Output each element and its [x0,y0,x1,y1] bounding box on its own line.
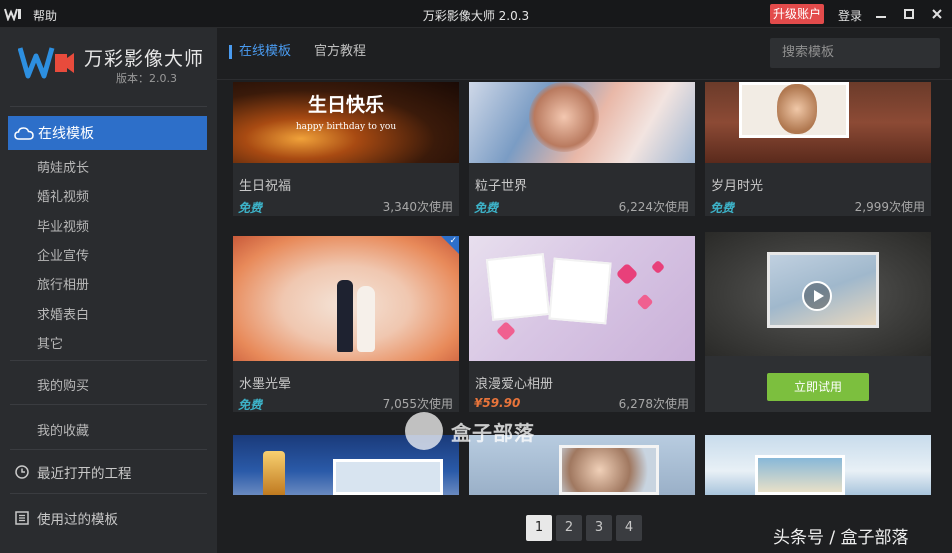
check-icon: ✓ [449,236,457,246]
title-bar: 帮助 万彩影像大师 2.0.3 升级账户 登录 [0,0,952,28]
sidebar: 万彩影像大师 版本：2.0.3 在线模板 萌娃成长 婚礼视频 毕业视频 企业宣传… [0,28,217,553]
heart-icon [615,262,639,286]
template-title: 岁月时光 [711,179,764,194]
template-card-ink-halo[interactable]: ✓ 水墨光晕 免费 7,055次使用 [233,236,459,412]
sidebar-item-used-templates[interactable]: 使用过的模板 [14,508,118,528]
thumbnail-photo-frame [485,253,551,321]
template-thumbnail: 生日快乐 happy birthday to you [233,82,459,163]
category-proposal[interactable]: 求婚表白 [37,304,89,323]
play-preview-button[interactable] [802,281,832,311]
search-input[interactable]: 搜索模板 [770,38,940,68]
template-card-particle-world[interactable]: 粒子世界 免费 6,224次使用 [469,82,695,216]
thumbnail-portrait [529,82,599,152]
template-price: ¥59.90 [474,396,521,410]
template-thumbnail [705,435,931,495]
thumbnail-bride [357,286,375,352]
sidebar-item-favorites[interactable]: 我的收藏 [37,420,89,439]
divider [10,449,207,450]
thumbnail-photo-frame [755,455,845,495]
category-corporate[interactable]: 企业宣传 [37,245,89,264]
maximize-icon[interactable] [901,6,917,22]
thumbnail-portrait [777,84,817,134]
template-card-preview[interactable]: 立即试用 [705,232,931,412]
template-title: 生日祝福 [239,179,292,194]
template-price: 免费 [710,201,735,215]
template-thumbnail [705,232,931,356]
main-content: 在线模板 官方教程 搜索模板 生日快乐 happy birthday to yo… [217,28,952,553]
template-card-years-time[interactable]: 岁月时光 免费 2,999次使用 [705,82,931,216]
template-price: 免费 [474,201,499,215]
template-title: 粒子世界 [475,179,528,194]
template-title: 水墨光晕 [239,377,292,392]
page-2-button[interactable]: 2 [556,515,582,541]
template-usage-count: 3,340次使用 [382,200,453,214]
watermark-text: 盒子部落 [451,420,535,445]
sidebar-item-online-templates[interactable]: 在线模板 [8,116,207,150]
watermark-logo-icon [405,412,443,450]
category-other[interactable]: 其它 [37,333,63,352]
thumbnail-subtitle: happy birthday to you [295,122,397,132]
template-list-icon [14,510,30,526]
heart-icon [496,321,516,341]
template-usage-count: 6,278次使用 [618,397,689,411]
divider [10,404,207,405]
page-3-button[interactable]: 3 [586,515,612,541]
sidebar-item-label: 使用过的模板 [37,512,118,528]
divider [10,360,207,361]
sidebar-item-purchases[interactable]: 我的购买 [37,375,89,394]
category-graduation[interactable]: 毕业视频 [37,216,89,235]
category-baby[interactable]: 萌娃成长 [37,157,89,176]
template-thumbnail [705,82,931,163]
sidebar-item-recent-projects[interactable]: 最近打开的工程 [14,462,132,482]
thumbnail-photo-frame [559,445,659,495]
minimize-icon[interactable] [873,6,889,22]
thumbnail-groom [337,280,353,352]
footer-watermark: 头条号 / 盒子部落 [773,528,909,548]
template-card-romantic-heart-album[interactable]: 浪漫爱心相册 ¥59.90 6,278次使用 [469,236,695,412]
page-4-button[interactable]: 4 [616,515,642,541]
brand-logo-icon [18,47,74,79]
app-name: 万彩影像大师 [84,48,205,70]
thumbnail-lantern [263,451,285,495]
sidebar-item-label: 在线模板 [38,126,94,142]
try-now-button[interactable]: 立即试用 [767,373,869,401]
thumbnail-title: 生日快乐 [307,94,384,116]
template-card-birthday[interactable]: 生日快乐 happy birthday to you 生日祝福 免费 3,340… [233,82,459,216]
template-thumbnail [469,82,695,163]
cloud-icon [14,127,34,140]
template-usage-count: 6,224次使用 [618,200,689,214]
page-1-button[interactable]: 1 [526,515,552,541]
thumbnail-photo-frame [333,459,443,495]
template-card[interactable] [705,435,931,495]
app-version: 版本：2.0.3 [116,72,177,85]
template-usage-count: 2,999次使用 [854,200,925,214]
login-button[interactable]: 登录 [838,7,862,24]
template-price: 免费 [238,398,263,412]
template-thumbnail [469,236,695,361]
template-title: 浪漫爱心相册 [475,377,554,392]
upgrade-account-button[interactable]: 升级账户 [770,4,824,24]
thumbnail-photo-frame [548,257,612,325]
tab-official-tutorials[interactable]: 官方教程 [314,45,366,59]
close-icon[interactable] [929,6,945,22]
category-wedding[interactable]: 婚礼视频 [37,186,89,205]
heart-icon [636,293,654,311]
heart-icon [650,259,666,275]
tab-online-templates[interactable]: 在线模板 [229,45,291,59]
sidebar-item-label: 最近打开的工程 [37,466,132,482]
clock-icon [14,464,30,480]
watermark: 盒子部落 [405,412,535,450]
divider [10,106,207,107]
tab-bar: 在线模板 官方教程 搜索模板 [217,28,952,80]
divider [10,493,207,494]
template-thumbnail: ✓ [233,236,459,361]
category-travel[interactable]: 旅行相册 [37,274,89,293]
template-usage-count: 7,055次使用 [382,397,453,411]
template-price: 免费 [238,201,263,215]
